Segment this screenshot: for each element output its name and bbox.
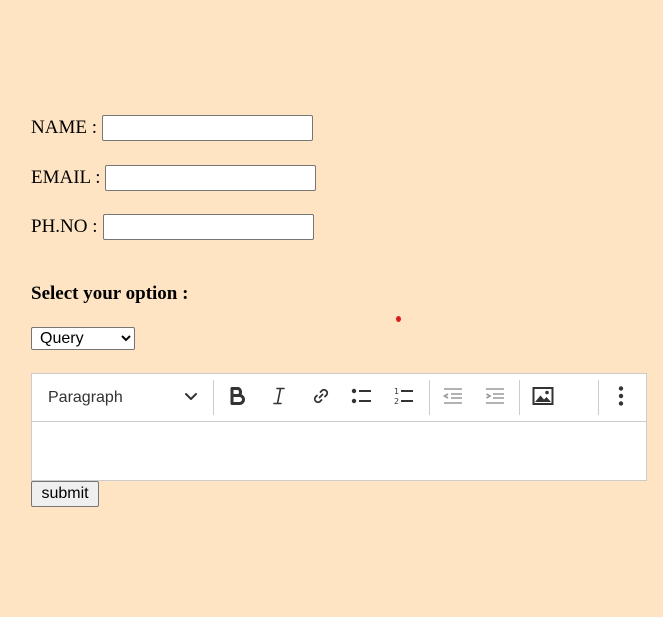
name-input[interactable] xyxy=(101,115,313,141)
more-options-icon xyxy=(617,385,625,412)
bulleted-list-icon xyxy=(351,386,373,411)
toolbar-separator xyxy=(598,380,599,415)
name-label: NAME : xyxy=(31,117,97,138)
italic-button[interactable] xyxy=(262,381,296,415)
red-dot xyxy=(396,316,401,322)
chevron-down-icon xyxy=(184,389,198,407)
toolbar-separator xyxy=(213,380,214,415)
link-button[interactable] xyxy=(304,381,338,415)
name-row: NAME : xyxy=(31,115,313,141)
image-icon xyxy=(532,386,554,411)
rich-text-editor: Paragraph 12 xyxy=(31,373,647,481)
svg-text:2: 2 xyxy=(394,397,399,406)
toolbar-separator xyxy=(519,380,520,415)
indent-icon xyxy=(484,386,506,411)
select-option-heading: Select your option : xyxy=(31,283,189,304)
phone-input[interactable] xyxy=(102,214,314,240)
indent-button[interactable] xyxy=(478,381,512,415)
more-options-button[interactable] xyxy=(604,381,638,415)
email-row: EMAIL : xyxy=(31,165,317,191)
editor-content-area[interactable] xyxy=(32,422,646,481)
phone-row: PH.NO : xyxy=(31,214,314,240)
italic-icon xyxy=(269,386,289,411)
email-label: EMAIL : xyxy=(31,167,101,188)
bold-button[interactable] xyxy=(221,381,255,415)
option-select[interactable]: Query xyxy=(31,327,135,350)
block-style-dropdown[interactable]: Paragraph xyxy=(32,374,212,421)
bold-icon xyxy=(228,386,248,411)
toolbar-separator xyxy=(429,380,430,415)
bulleted-list-button[interactable] xyxy=(345,381,379,415)
submit-button[interactable]: submit xyxy=(31,481,99,507)
phone-label: PH.NO : xyxy=(31,216,98,237)
numbered-list-icon: 12 xyxy=(393,386,415,411)
email-input[interactable] xyxy=(105,165,317,191)
svg-text:1: 1 xyxy=(394,387,399,396)
numbered-list-button[interactable]: 12 xyxy=(387,381,421,415)
image-button[interactable] xyxy=(526,381,560,415)
outdent-icon xyxy=(442,386,464,411)
block-style-label: Paragraph xyxy=(48,388,123,406)
outdent-button[interactable] xyxy=(436,381,470,415)
link-icon xyxy=(311,386,331,411)
editor-toolbar: Paragraph 12 xyxy=(32,374,646,422)
